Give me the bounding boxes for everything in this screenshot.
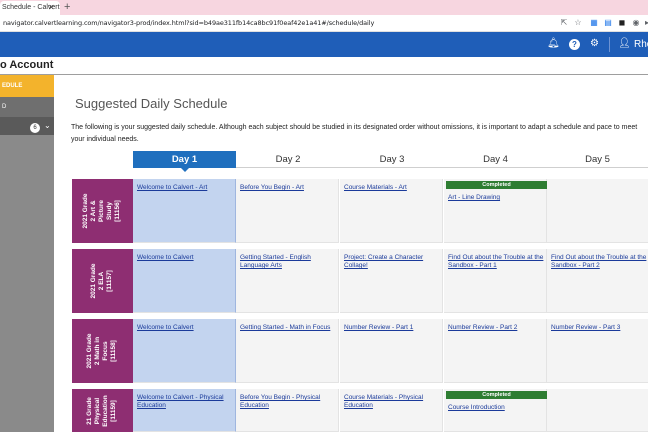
header-divider bbox=[609, 37, 610, 52]
schedule-cell: Completed Course Introduction bbox=[444, 389, 547, 432]
extension-grid-icon[interactable]: ▤ bbox=[603, 18, 613, 28]
tab-day-1[interactable]: Day 1 bbox=[133, 151, 236, 172]
sidebar-item-label: EDULE bbox=[2, 83, 23, 89]
sidebar-count-badge: 6 bbox=[30, 123, 40, 133]
browser-tab[interactable]: Schedule - Calvert ✕ bbox=[0, 1, 60, 15]
day-label: Day 3 bbox=[379, 154, 405, 165]
schedule-cell: Getting Started - Math in Focus bbox=[236, 319, 339, 383]
lesson-link[interactable]: Before You Begin - Physical Education bbox=[240, 394, 336, 410]
share-icon[interactable]: ⇱ bbox=[559, 18, 569, 28]
lesson-link[interactable]: Welcome to Calvert bbox=[137, 324, 233, 332]
schedule-cell bbox=[547, 389, 648, 432]
day-label: Day 1 bbox=[171, 154, 198, 165]
schedule-cell: Find Out about the Trouble at the Sandbo… bbox=[444, 249, 547, 313]
sidebar: EDULE D 6 ⌄ bbox=[0, 75, 54, 432]
close-tab-icon[interactable]: ✕ bbox=[48, 3, 55, 12]
schedule-cell: Course Materials - Physical Education bbox=[340, 389, 443, 432]
lesson-link[interactable]: Welcome to Calvert - Physical Education bbox=[137, 394, 233, 410]
gear-icon[interactable]: ⚙ bbox=[590, 38, 599, 50]
subject-label: 2021 Grade 2 Math in Focus [11158] bbox=[72, 319, 133, 383]
tab-day-5[interactable]: Day 5 bbox=[547, 151, 648, 168]
intro-text: The following is your suggested daily sc… bbox=[71, 124, 638, 143]
subject-name: 2021 Grade 2 ELA [11157] bbox=[90, 263, 113, 299]
schedule-cell: Number Review - Part 1 bbox=[340, 319, 443, 383]
lesson-link[interactable]: Number Review - Part 3 bbox=[551, 324, 647, 332]
lesson-link[interactable]: Art - Line Drawing bbox=[448, 194, 544, 202]
schedule-cell: Welcome to Calvert bbox=[133, 319, 236, 383]
active-day-arrow bbox=[180, 168, 189, 172]
chevron-down-icon[interactable]: ⌄ bbox=[44, 121, 51, 130]
schedule-cell: Getting Started - English Language Arts bbox=[236, 249, 339, 313]
subject-label: 21 Grade Physical Education [11159] bbox=[72, 389, 133, 432]
tab-day-4[interactable]: Day 4 bbox=[444, 151, 547, 168]
user-icon[interactable]: 👤︎ bbox=[618, 38, 631, 50]
schedule-cell bbox=[547, 179, 648, 243]
app-header: 🔔︎ ? ⚙ 👤︎ Rho bbox=[0, 32, 648, 57]
sidebar-item-label: D bbox=[2, 104, 7, 110]
help-icon[interactable]: ? bbox=[569, 39, 580, 50]
lesson-link[interactable]: Before You Begin - Art bbox=[240, 184, 336, 192]
screen: Schedule - Calvert ✕ + navigator.calvert… bbox=[0, 0, 648, 432]
completed-badge: Completed bbox=[446, 391, 547, 399]
schedule-cell: Welcome to Calvert - Art bbox=[133, 179, 236, 243]
extension-dark-icon[interactable]: ◼ bbox=[617, 18, 627, 28]
lesson-link[interactable]: Getting Started - Math in Focus bbox=[240, 324, 336, 332]
lesson-link[interactable]: Welcome to Calvert bbox=[137, 254, 233, 262]
sidebar-item-schedule[interactable]: EDULE bbox=[0, 75, 54, 97]
tab-day-3[interactable]: Day 3 bbox=[340, 151, 444, 168]
day-label: Day 2 bbox=[275, 154, 301, 165]
browser-tab-bar: Schedule - Calvert ✕ + bbox=[0, 0, 648, 15]
new-tab-icon[interactable]: + bbox=[64, 1, 70, 13]
subject-label: 2021 Grade 2 ELA [11157] bbox=[72, 249, 133, 313]
schedule-cell: Welcome to Calvert bbox=[133, 249, 236, 313]
user-name[interactable]: Rho bbox=[634, 39, 648, 50]
bookmark-star-icon[interactable]: ☆ bbox=[573, 18, 583, 28]
lesson-link[interactable]: Getting Started - English Language Arts bbox=[240, 254, 336, 270]
day-label: Day 5 bbox=[585, 154, 610, 165]
url-field[interactable]: navigator.calvertlearning.com/navigator3… bbox=[3, 19, 374, 27]
lesson-link[interactable]: Number Review - Part 1 bbox=[344, 324, 440, 332]
lesson-link[interactable]: Welcome to Calvert - Art bbox=[137, 184, 233, 192]
page-title: Suggested Daily Schedule bbox=[75, 96, 228, 111]
subject-label: 2021 Grade 2 Art & Picture Study [11156] bbox=[72, 179, 133, 243]
lesson-link[interactable]: Find Out about the Trouble at the Sandbo… bbox=[551, 254, 647, 270]
schedule-cell: Course Materials - Art bbox=[340, 179, 443, 243]
tab-day-2[interactable]: Day 2 bbox=[236, 151, 340, 168]
schedule-cell: Welcome to Calvert - Physical Education bbox=[133, 389, 236, 432]
lesson-link[interactable]: Project: Create a Character Collage! bbox=[344, 254, 440, 270]
main-content: Suggested Daily Schedule The following i… bbox=[54, 75, 648, 432]
address-bar: navigator.calvertlearning.com/navigator3… bbox=[0, 15, 648, 32]
sidebar-item-second[interactable]: D bbox=[0, 97, 54, 117]
schedule-cell: Before You Begin - Physical Education bbox=[236, 389, 339, 432]
lesson-link[interactable]: Course Materials - Physical Education bbox=[344, 394, 440, 410]
bell-icon[interactable]: 🔔︎ bbox=[547, 38, 560, 50]
lesson-link[interactable]: Course Introduction bbox=[448, 404, 544, 412]
day-label: Day 4 bbox=[483, 154, 508, 165]
schedule-cell: Number Review - Part 3 bbox=[547, 319, 648, 383]
schedule-cell: Project: Create a Character Collage! bbox=[340, 249, 443, 313]
subject-name: 2021 Grade 2 Math in Focus [11158] bbox=[86, 333, 117, 369]
extension-eye-icon[interactable]: ◉ bbox=[631, 18, 641, 28]
schedule-cell: Find Out about the Trouble at the Sandbo… bbox=[547, 249, 648, 313]
schedule-cell: Completed Art - Line Drawing bbox=[444, 179, 547, 243]
lesson-link[interactable]: Course Materials - Art bbox=[344, 184, 440, 192]
lesson-link[interactable]: Find Out about the Trouble at the Sandbo… bbox=[448, 254, 544, 270]
subject-name: 2021 Grade 2 Art & Picture Study [11156] bbox=[82, 193, 121, 229]
extension-windows-icon[interactable]: ▦ bbox=[589, 18, 599, 28]
schedule-cell: Before You Begin - Art bbox=[236, 179, 339, 243]
schedule-cell: Number Review - Part 2 bbox=[444, 319, 547, 383]
lesson-link[interactable]: Number Review - Part 2 bbox=[448, 324, 544, 332]
completed-badge: Completed bbox=[446, 181, 547, 189]
account-title: o Account bbox=[0, 59, 54, 71]
subject-name: 21 Grade Physical Education [11159] bbox=[86, 394, 117, 427]
account-subheader: o Account bbox=[0, 57, 648, 75]
extension-more-icon[interactable]: ▸ bbox=[642, 18, 648, 28]
